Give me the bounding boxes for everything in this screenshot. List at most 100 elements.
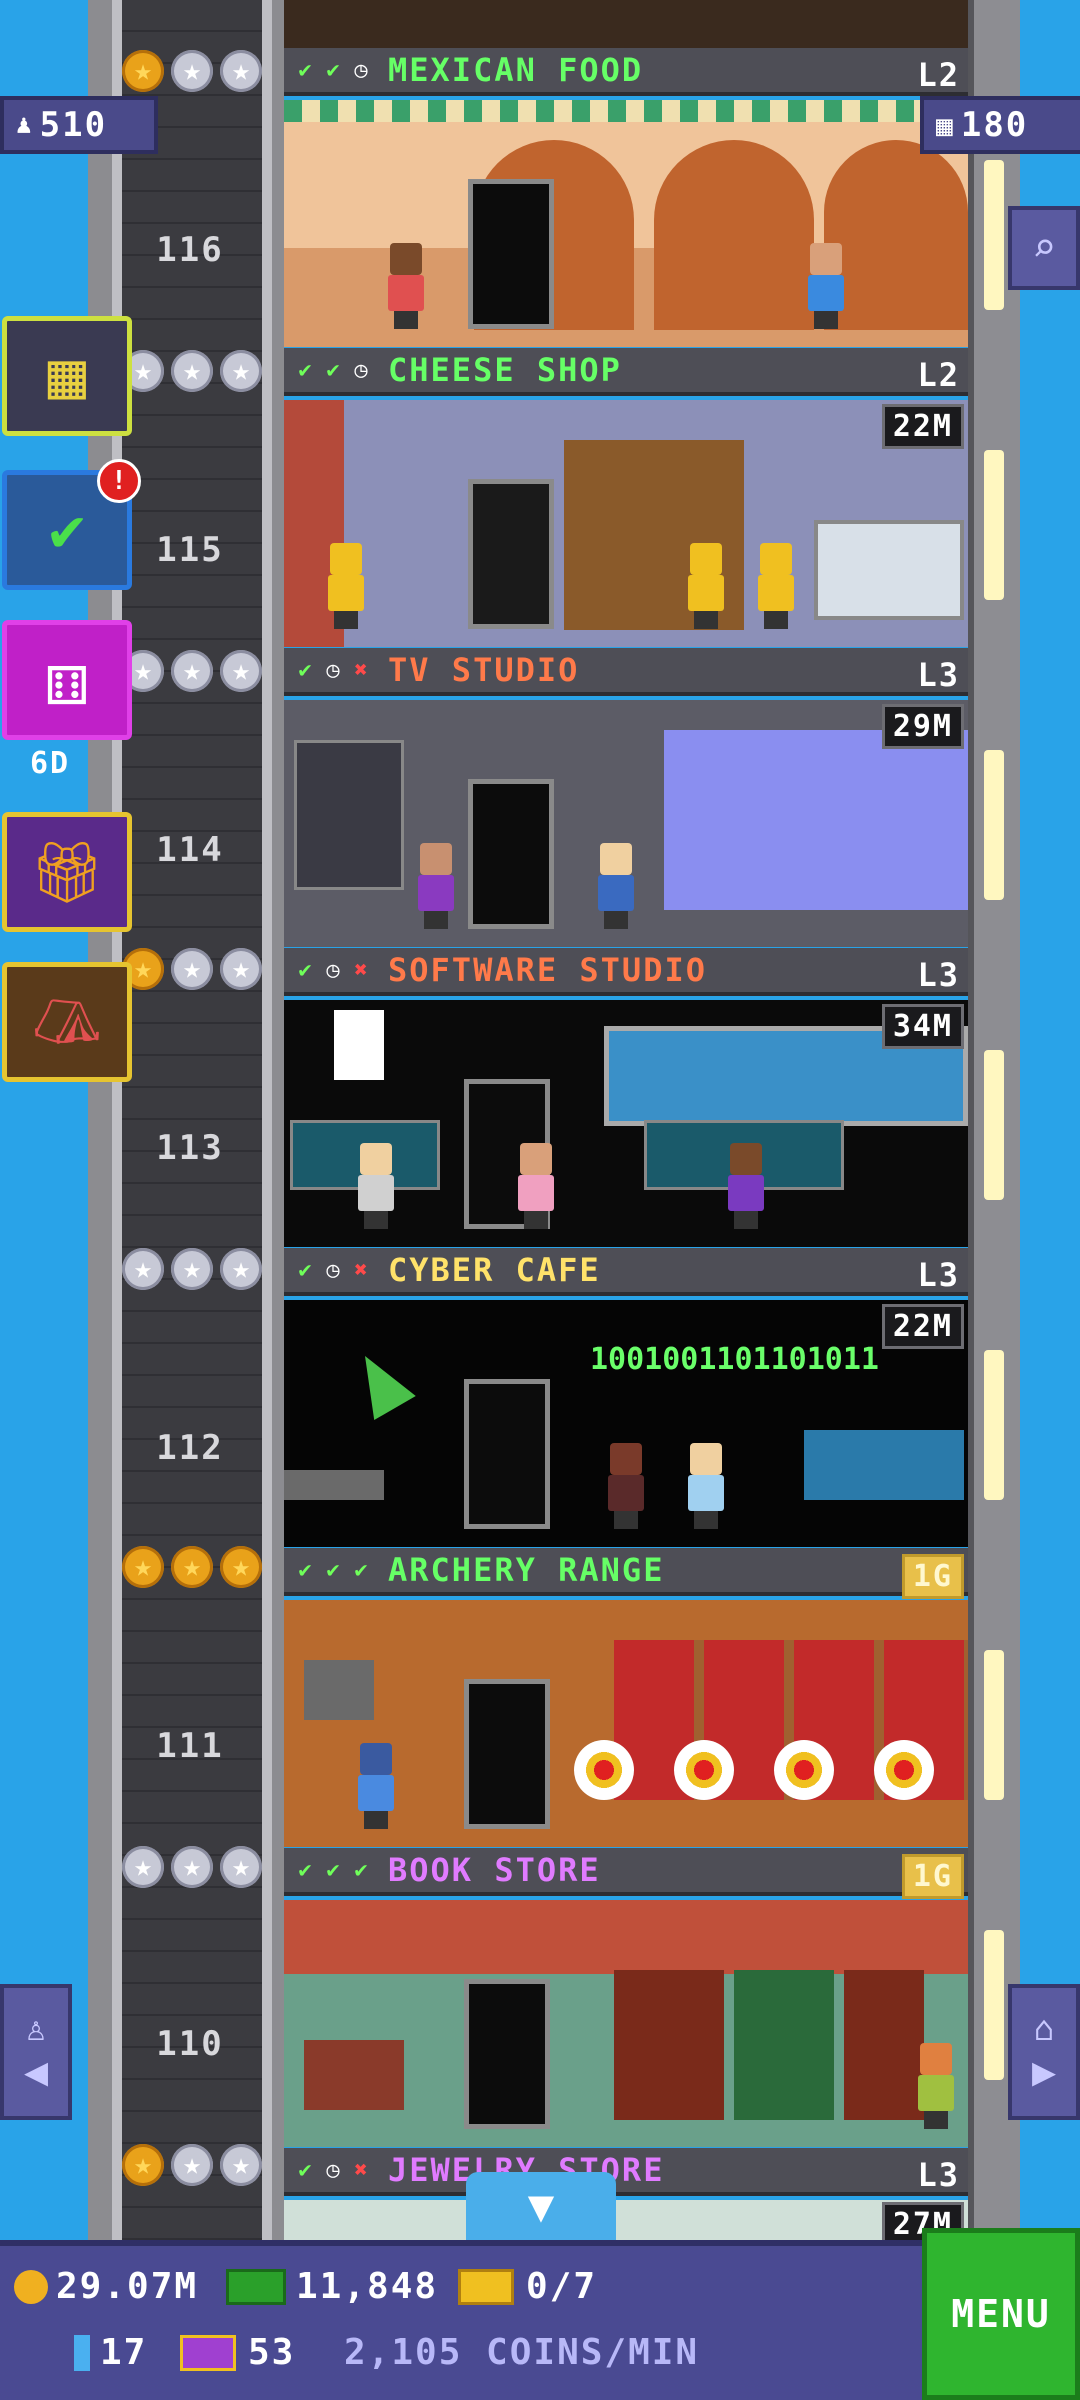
- level-badge: 1G: [901, 1854, 964, 1899]
- floor-109[interactable]: ✔ ◷ ✖ JEWELRY STORE L3 27M: [284, 2148, 968, 2240]
- cross-icon: ✖: [354, 2157, 368, 2183]
- bux-icon: [226, 2268, 286, 2305]
- star-icon: ★: [220, 1248, 262, 1290]
- window-light: [984, 1050, 1004, 1200]
- customer-hardhat[interactable]: [684, 543, 728, 629]
- bookshelf: [734, 1970, 834, 2120]
- developer[interactable]: [724, 1143, 768, 1229]
- floor-stars: ★ ★ ★: [122, 350, 262, 394]
- restock-cost[interactable]: 22M: [881, 404, 964, 449]
- floor-stars: ★ ★ ★: [122, 1248, 262, 1292]
- clock-icon: ◷: [326, 957, 340, 983]
- arch: [654, 140, 814, 330]
- restock-cost[interactable]: 34M: [881, 1004, 964, 1049]
- floor-116[interactable]: ✔ ✔ ◷ MEXICAN FOOD L2: [284, 48, 968, 347]
- archery-target: [774, 1740, 834, 1800]
- floor-name: SOFTWARE STUDIO: [388, 951, 707, 989]
- check-icon: ✔: [298, 957, 312, 983]
- lobby-left-button[interactable]: ♙ ◀: [0, 1984, 72, 2120]
- star-icon: ★: [171, 2144, 213, 2186]
- floor-111[interactable]: ✔ ✔ ✔ ARCHERY RANGE 1G: [284, 1548, 968, 1847]
- check-icon: ✔: [298, 1557, 312, 1583]
- customer-sombrero[interactable]: [804, 243, 848, 329]
- check-icon: ✔: [298, 357, 312, 383]
- floor-115[interactable]: ✔ ✔ ◷ CHEESE SHOP L2 22M: [284, 348, 968, 647]
- tv-host[interactable]: [594, 843, 638, 929]
- floor-number: 113: [156, 1128, 224, 1168]
- check-icon: ✔: [298, 57, 312, 83]
- archery-target: [874, 1740, 934, 1800]
- bookshelf: [844, 1970, 924, 2120]
- market-stall-icon: ⛺︎: [32, 990, 102, 1053]
- roof-right-button[interactable]: ⌂ ▶: [1008, 1984, 1080, 2120]
- customer[interactable]: [914, 2043, 958, 2129]
- star-icon: ★: [171, 1248, 213, 1290]
- floor-stars: ★ ★ ★: [122, 1846, 262, 1890]
- check-icon: ✔: [326, 57, 340, 83]
- coins-display[interactable]: 29.07M: [14, 2266, 198, 2307]
- floor-stars: ★ ★ ★: [122, 50, 262, 94]
- search-icon: ⌕: [1031, 225, 1057, 271]
- floor-113[interactable]: ✔ ◷ ✖ SOFTWARE STUDIO L3 34M: [284, 948, 968, 1247]
- customer-sombrero[interactable]: [384, 243, 428, 329]
- bux-counter-top[interactable]: ▦ 180: [920, 96, 1080, 154]
- computer-stations: [804, 1430, 964, 1500]
- floor-112[interactable]: ✔ ◷ ✖ CYBER CAFE L3 1001001101101011 22M: [284, 1248, 968, 1547]
- door: [464, 1379, 550, 1529]
- star-icon: ★: [122, 1846, 164, 1888]
- floor-header: ✔ ✔ ◷ CHEESE SHOP L2: [284, 348, 968, 396]
- restock-cost[interactable]: 22M: [881, 1304, 964, 1349]
- bux-display[interactable]: 11,848: [226, 2266, 438, 2307]
- market-stall-button[interactable]: ⛺︎: [2, 962, 132, 1082]
- vip-display[interactable]: 53: [180, 2332, 295, 2373]
- developer[interactable]: [514, 1143, 558, 1229]
- gamer[interactable]: [684, 1443, 728, 1529]
- menu-button[interactable]: MENU: [922, 2228, 1080, 2400]
- floor-name: BOOK STORE: [388, 1851, 601, 1889]
- door: [464, 1979, 550, 2129]
- population-counter[interactable]: ♟ 510: [0, 96, 158, 154]
- gamer[interactable]: [604, 1443, 648, 1529]
- dice-button[interactable]: ⚅: [2, 620, 132, 740]
- star-icon: ★: [122, 1546, 164, 1588]
- floor-110[interactable]: ✔ ✔ ✔ BOOK STORE 1G: [284, 1848, 968, 2147]
- control-panel: [294, 740, 404, 890]
- decor-trim: [284, 100, 968, 122]
- room-interior: [284, 1600, 968, 1847]
- archer[interactable]: [354, 1743, 398, 1829]
- customer-hardhat[interactable]: [324, 543, 368, 629]
- gift-button[interactable]: 🎁︎: [2, 812, 132, 932]
- dice-icon: ⚅: [45, 639, 89, 721]
- floor-level: L3: [917, 956, 960, 994]
- star-icon: ★: [171, 650, 213, 692]
- restock-cost[interactable]: 29M: [881, 704, 964, 749]
- customer-hardhat[interactable]: [754, 543, 798, 629]
- check-icon: ✔: [354, 1857, 368, 1883]
- missions-button[interactable]: ✔ !: [2, 459, 141, 590]
- room-interior: [284, 2200, 968, 2240]
- floor-114[interactable]: ✔ ◷ ✖ TV STUDIO L3 29M: [284, 648, 968, 947]
- key-icon: [74, 2334, 90, 2371]
- bookshelf: [614, 1970, 724, 2120]
- keys-display[interactable]: 17: [74, 2332, 147, 2373]
- star-icon: ★: [220, 948, 262, 990]
- ticket-icon: [458, 2268, 514, 2305]
- floor-name: CYBER CAFE: [388, 1251, 601, 1289]
- door: [468, 779, 554, 929]
- search-button[interactable]: ⌕: [1008, 206, 1080, 290]
- tickets-display[interactable]: 0/7: [458, 2266, 597, 2307]
- counter: [284, 1470, 384, 1500]
- arrow-rack: [304, 1660, 374, 1720]
- check-icon: ✔: [298, 1257, 312, 1283]
- scroll-down-button[interactable]: ▼: [466, 2172, 616, 2240]
- elevator-shaft[interactable]: [112, 0, 272, 2240]
- floor-header: ✔ ✔ ✔ BOOK STORE 1G: [284, 1848, 968, 1899]
- clock-icon: ◷: [326, 1257, 340, 1283]
- check-icon: ✔: [326, 1857, 340, 1883]
- floor-117-partial[interactable]: [284, 0, 968, 48]
- developer[interactable]: [354, 1143, 398, 1229]
- crew-member[interactable]: [414, 843, 458, 929]
- cross-icon: ✖: [354, 657, 368, 683]
- person-icon: ♙: [25, 2009, 47, 2049]
- build-floor-button[interactable]: ▦: [2, 316, 132, 436]
